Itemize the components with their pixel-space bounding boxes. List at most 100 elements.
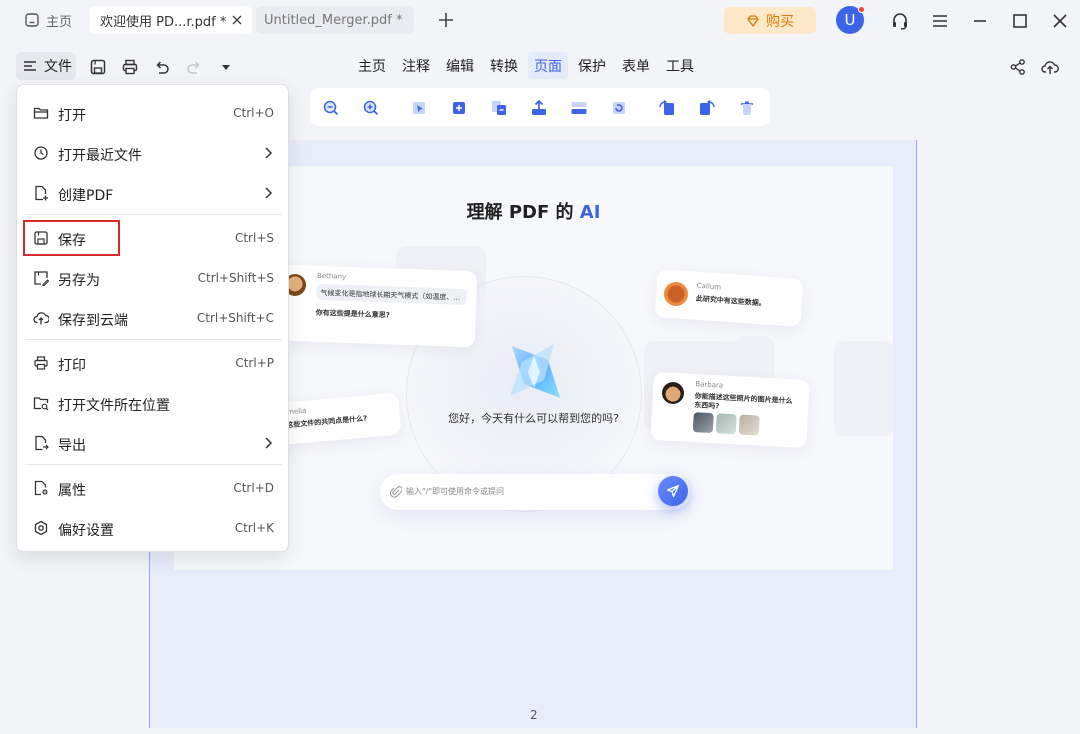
menu-lines-icon: [22, 58, 38, 74]
minimize-icon[interactable]: [970, 11, 990, 31]
cloud-upload-icon: [33, 310, 49, 326]
menu-shortcut: Ctrl+Shift+S: [197, 271, 274, 285]
send-icon: [666, 484, 680, 498]
rotate-left-icon[interactable]: [658, 99, 676, 117]
headset-icon[interactable]: [890, 11, 910, 31]
save-icon[interactable]: [89, 58, 107, 76]
menu-label: 创建PDF: [58, 188, 114, 204]
nav-annotate[interactable]: 注释: [396, 52, 436, 79]
folder-search-icon: [33, 395, 49, 411]
notification-dot: [858, 6, 865, 13]
menu-item-open-location[interactable]: 打开文件所在位置: [25, 385, 282, 421]
cloud-upload-icon[interactable]: [1041, 58, 1059, 76]
menu-label: 打印: [58, 358, 86, 374]
zoom-out-icon[interactable]: [322, 99, 340, 117]
menu-item-save-as[interactable]: 另存为 Ctrl+Shift+S: [25, 260, 282, 296]
ai-chat-input[interactable]: 输入"/"即可使用命令或提问: [380, 474, 690, 510]
rotate-right-icon[interactable]: [698, 99, 716, 117]
callum-avatar: [664, 282, 688, 306]
menu-label: 打开最近文件: [58, 148, 142, 164]
file-plus-icon: [33, 185, 49, 201]
nav-tools[interactable]: 工具: [660, 52, 700, 79]
menu-item-export[interactable]: 导出: [25, 425, 282, 461]
file-menu-button[interactable]: 文件: [16, 52, 76, 80]
insert-page-icon[interactable]: [450, 99, 468, 117]
save-highlight-box: [23, 220, 120, 256]
clock-icon: [33, 145, 49, 161]
page-tools-bar: [310, 88, 770, 126]
tab-home-label: 主页: [46, 14, 73, 30]
avatar[interactable]: U: [836, 6, 865, 34]
tab-document-welcome[interactable]: 欢迎使用 PD...r.pdf *: [90, 6, 252, 34]
buy-button[interactable]: 购买: [724, 7, 816, 34]
delete-page-icon[interactable]: [738, 99, 756, 117]
file-settings-icon: [33, 480, 49, 496]
diamond-icon: [746, 14, 760, 28]
save-as-icon: [33, 270, 49, 286]
menu-shortcut: Ctrl+K: [234, 521, 274, 535]
zoom-in-icon[interactable]: [362, 99, 380, 117]
maximize-icon[interactable]: [1010, 11, 1030, 31]
replace-page-icon[interactable]: [490, 99, 508, 117]
menu-label: 打开文件所在位置: [58, 398, 170, 414]
new-tab-icon[interactable]: [436, 10, 456, 30]
menu-item-recent-files[interactable]: 打开最近文件: [25, 135, 282, 171]
heading-highlight: AI: [579, 202, 601, 223]
tab-doc2-title: Untitled_Merger.pdf *: [264, 12, 403, 28]
split-page-icon[interactable]: [570, 99, 588, 117]
window-close-icon[interactable]: [1050, 11, 1070, 31]
menu-item-open[interactable]: 打开 Ctrl+O: [25, 95, 282, 131]
menu-label: 打开: [58, 108, 86, 124]
page-number: 2: [530, 708, 538, 722]
chat-placeholder: 输入"/"即可使用命令或提问: [406, 487, 505, 496]
tab-document-merger[interactable]: Untitled_Merger.pdf *: [256, 6, 414, 34]
rotate-page-icon[interactable]: [610, 99, 628, 117]
redo-icon[interactable]: [185, 58, 203, 76]
menu-item-properties[interactable]: 属性 Ctrl+D: [25, 470, 282, 506]
gear-icon: [33, 520, 49, 536]
tab-doc1-title: 欢迎使用 PD...r.pdf *: [100, 14, 227, 30]
close-icon[interactable]: [230, 13, 244, 27]
ai-star-icon: [504, 342, 564, 402]
menu-item-save-to-cloud[interactable]: 保存到云端 Ctrl+Shift+C: [25, 300, 282, 336]
menu-item-print[interactable]: 打印 Ctrl+P: [25, 345, 282, 381]
nav-convert[interactable]: 转换: [484, 52, 524, 79]
share-icon[interactable]: [1009, 58, 1027, 76]
card-name: Callum: [696, 281, 722, 292]
nav-edit[interactable]: 编辑: [440, 52, 480, 79]
extract-page-icon[interactable]: [530, 99, 548, 117]
nav-form[interactable]: 表单: [616, 52, 656, 79]
undo-icon[interactable]: [153, 58, 171, 76]
print-icon[interactable]: [121, 58, 139, 76]
menu-shortcut: Ctrl+O: [233, 106, 274, 120]
attachment-icon[interactable]: [390, 485, 402, 499]
nav-home[interactable]: 主页: [352, 52, 392, 79]
menu-divider: [25, 339, 282, 340]
menu-label: 保存到云端: [58, 313, 128, 329]
nav-page[interactable]: 页面: [528, 52, 568, 79]
heading-text: 理解 PDF 的: [466, 202, 580, 223]
select-page-icon[interactable]: [410, 99, 428, 117]
menu-label: 导出: [58, 438, 86, 454]
menu-divider: [25, 464, 282, 465]
print-icon: [33, 355, 49, 371]
menu-shortcut: Ctrl+D: [233, 481, 274, 495]
main-nav: 主页 注释 编辑 转换 页面 保护 表单 工具: [352, 52, 700, 79]
menu-shortcut: Ctrl+S: [234, 231, 274, 245]
tab-bar: 主页 欢迎使用 PD...r.pdf * Untitled_Merger.pdf…: [0, 0, 1080, 40]
toolbar: 文件 主页 注释 编辑 转换 页面 保护 表单 工具: [0, 48, 1080, 84]
menu-label: 另存为: [58, 273, 100, 289]
tab-home[interactable]: 主页: [16, 6, 78, 34]
send-button[interactable]: [658, 476, 688, 506]
menu-divider: [25, 214, 282, 215]
menu-item-preferences[interactable]: 偏好设置 Ctrl+K: [25, 510, 282, 546]
menu-shortcut: Ctrl+Shift+C: [196, 311, 274, 325]
folder-open-icon: [33, 105, 49, 121]
card-message: 你有这些提是什么意思?: [315, 308, 390, 320]
nav-protect[interactable]: 保护: [572, 52, 612, 79]
menu-item-create-pdf[interactable]: 创建PDF: [25, 175, 282, 211]
export-icon: [33, 435, 49, 451]
hamburger-menu-icon[interactable]: [930, 11, 950, 31]
card-name: Bethany: [316, 271, 347, 281]
caret-down-icon[interactable]: [218, 58, 234, 76]
